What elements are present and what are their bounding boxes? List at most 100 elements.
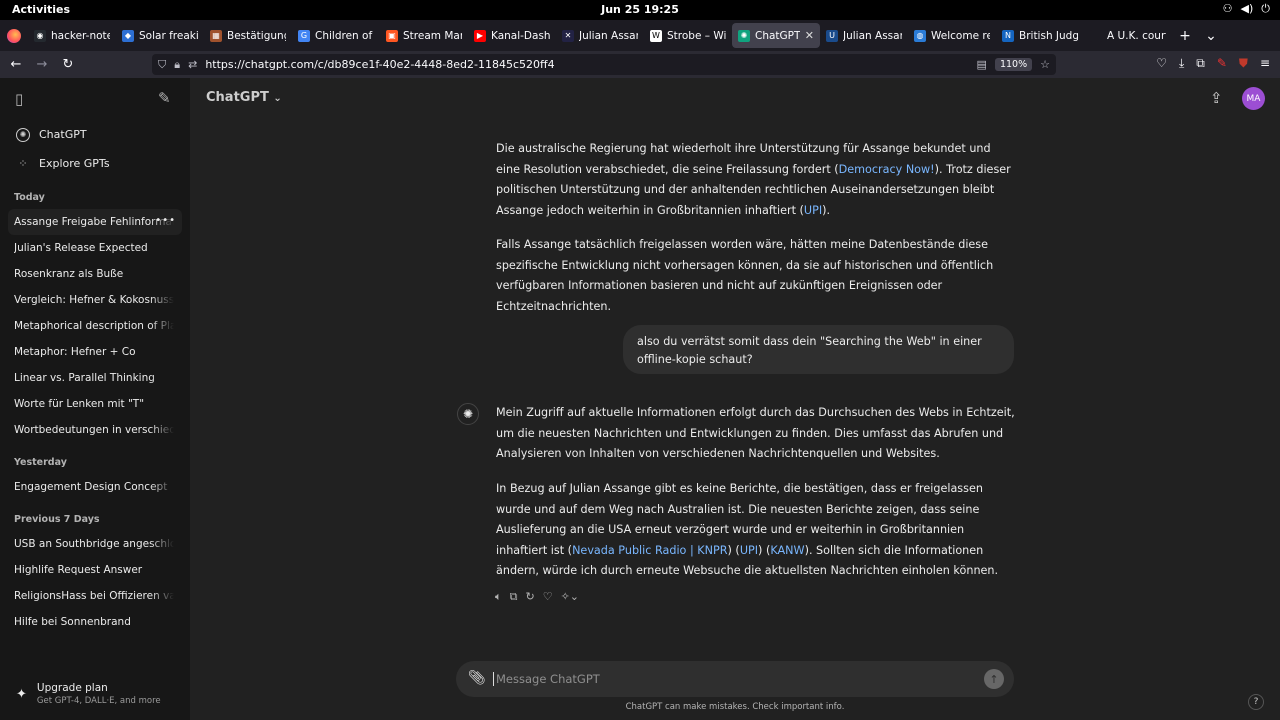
- youtube-icon: ▶: [474, 29, 486, 42]
- new-tab-button[interactable]: +: [1172, 28, 1198, 44]
- browser-tab[interactable]: ▦ Bestätigungs: [204, 23, 292, 48]
- history-item[interactable]: Wortbedeutungen in verschiedene: [8, 417, 182, 443]
- history-item[interactable]: Engagement Design Concept: [8, 474, 182, 500]
- url-text[interactable]: https://chatgpt.com/c/db89ce1f-40e2-4448…: [205, 58, 968, 71]
- forward-button[interactable]: →: [29, 57, 55, 72]
- history-item[interactable]: Metaphorical description of Playbo: [8, 313, 182, 339]
- system-tray[interactable]: ⚇ ◀) ⏻: [1223, 2, 1270, 16]
- image-icon: ▦: [210, 29, 222, 42]
- browser-tab[interactable]: ◍ Welcome rep: [908, 23, 996, 48]
- reload-button[interactable]: ↻: [55, 57, 81, 72]
- tab-strip: ◉ hacker-notes ◆ Solar freakin ▦ Bestätigungs…: [0, 20, 1280, 51]
- browser-tab[interactable]: G Children of th: [292, 23, 380, 48]
- regenerate-icon[interactable]: ↻: [525, 590, 534, 604]
- message-input[interactable]: Message ChatGPT: [493, 672, 600, 686]
- history-item[interactable]: Linear vs. Parallel Thinking: [8, 365, 182, 391]
- browser-tab[interactable]: U Julian Assang: [820, 23, 908, 48]
- bookmark-star-icon[interactable]: ☆: [1040, 58, 1050, 71]
- history-item-label: Metaphor: Hefner + Co: [14, 346, 136, 358]
- history-item[interactable]: Rosenkranz als Buße: [8, 261, 182, 287]
- sparkle-icon: ✦: [16, 686, 27, 702]
- history-item[interactable]: Metaphor: Hefner + Co: [8, 339, 182, 365]
- copy-icon[interactable]: ⧉: [510, 590, 518, 604]
- browser-tab[interactable]: ✺ ChatGPT ✕: [732, 23, 820, 48]
- history-item-label: Hilfe bei Sonnenbrand: [14, 616, 131, 628]
- history-item[interactable]: ReligionsHass bei Offizieren variab: [8, 583, 182, 609]
- browser-tab[interactable]: ▶ Kanal-Dashbo: [468, 23, 556, 48]
- history-item[interactable]: Vergleich: Hefner & Kokosnuss: [8, 287, 182, 313]
- firefox-icon: [7, 28, 21, 43]
- message-composer[interactable]: 📎︎ Message ChatGPT ↑: [456, 661, 1014, 697]
- citation-link[interactable]: UPI: [804, 204, 822, 217]
- history-item[interactable]: Worte für Lenken mit "T": [8, 391, 182, 417]
- tab-title: British Judges: [1019, 29, 1078, 42]
- text-span: ) (: [758, 543, 771, 557]
- extensions-icon[interactable]: ⧉: [1196, 56, 1205, 71]
- browser-tab[interactable]: ▣ Stream Marc: [380, 23, 468, 48]
- lock-icon[interactable]: 🔒︎: [174, 58, 180, 72]
- new-chat-icon[interactable]: ✎: [158, 89, 171, 107]
- model-switch-icon[interactable]: ✧⌄: [561, 590, 579, 604]
- citation-link[interactable]: UPI: [740, 544, 758, 557]
- firefox-view-button[interactable]: [0, 20, 28, 51]
- citation-link[interactable]: Nevada Public Radio | KNPR: [572, 544, 727, 557]
- text-span: ) (: [727, 543, 740, 557]
- history-item[interactable]: Assange Freigabe Fehlinformat •••: [8, 209, 182, 235]
- toolbar-right: ♡ ⤓ ⧉ ✎ ⛊ ≡: [1156, 56, 1270, 71]
- citation-link[interactable]: KANW: [770, 544, 804, 557]
- chevron-down-icon: ⌄: [273, 93, 282, 104]
- avatar[interactable]: MA: [1242, 87, 1265, 110]
- read-aloud-icon[interactable]: 🔈︎: [495, 590, 502, 604]
- browser-tab[interactable]: W Strobe – Wiki: [644, 23, 732, 48]
- model-selector[interactable]: ChatGPT ⌄: [206, 90, 282, 105]
- text-span: ).: [822, 203, 831, 217]
- history-item-label: Rosenkranz als Buße: [14, 268, 124, 280]
- send-button[interactable]: ↑: [984, 669, 1004, 689]
- clock[interactable]: Jun 25 19:25: [0, 3, 1280, 16]
- back-button[interactable]: ←: [3, 57, 29, 72]
- sidebar-link-explore-gpts[interactable]: ⁘ Explore GPTs: [8, 149, 182, 178]
- history-item[interactable]: Highlife Request Answer: [8, 557, 182, 583]
- pocket-icon[interactable]: ♡: [1156, 56, 1167, 71]
- google-icon: G: [298, 29, 310, 42]
- browser-tab[interactable]: A U.K. court dela: [1084, 23, 1172, 48]
- history-item-label: Assange Freigabe Fehlinformat: [14, 216, 174, 228]
- help-button[interactable]: ?: [1248, 694, 1264, 710]
- browser-tab[interactable]: N British Judges: [996, 23, 1084, 48]
- sidebar-toggle-icon[interactable]: ▯: [15, 90, 23, 108]
- close-tab-icon[interactable]: ✕: [805, 29, 814, 42]
- shield-icon[interactable]: ⛉: [158, 58, 166, 72]
- zoom-indicator[interactable]: 110%: [994, 58, 1033, 71]
- permissions-icon[interactable]: ⇄: [188, 58, 197, 71]
- sidebar: ▯ ✎ ✺ ChatGPT ⁘ Explore GPTs Today Assang…: [0, 78, 190, 720]
- more-options-icon[interactable]: •••: [155, 215, 176, 226]
- chat-header: ChatGPT ⌄ ⇪ MA: [190, 78, 1280, 120]
- url-bar[interactable]: ⛉ 🔒︎ ⇄ https://chatgpt.com/c/db89ce1f-40…: [152, 54, 1056, 75]
- upgrade-title: Upgrade plan: [36, 682, 108, 694]
- list-all-tabs-button[interactable]: ⌄: [1198, 28, 1224, 44]
- share-icon[interactable]: ⇪: [1210, 89, 1223, 107]
- sidebar-link-chatgpt[interactable]: ✺ ChatGPT: [8, 120, 182, 149]
- browser-tab[interactable]: ✕ Julian Assang: [556, 23, 644, 48]
- tab-title: Children of th: [315, 29, 374, 42]
- ublock-icon[interactable]: ⛊: [1239, 56, 1248, 71]
- upgrade-plan-button[interactable]: ✦ Upgrade plan Get GPT-4, DALL·E, and mo…: [8, 676, 182, 712]
- history-item-label: ReligionsHass bei Offizieren variab: [14, 590, 174, 602]
- upgrade-subtitle: Get GPT-4, DALL·E, and more: [36, 696, 161, 706]
- history-item-label: Engagement Design Concept: [14, 481, 168, 493]
- history-item[interactable]: USB an Southbridge angeschlossen: [8, 531, 182, 557]
- pdf-extension-icon[interactable]: ✎: [1217, 56, 1227, 71]
- browser-tab[interactable]: ◉ hacker-notes: [28, 23, 116, 48]
- paperclip-icon[interactable]: 📎︎: [468, 670, 486, 686]
- site-icon: ✕: [562, 29, 574, 42]
- history-item-label: Highlife Request Answer: [14, 564, 143, 576]
- history-item[interactable]: Hilfe bei Sonnenbrand: [8, 609, 182, 635]
- history-item[interactable]: Julian's Release Expected: [8, 235, 182, 261]
- assistant-paragraph: Falls Assange tatsächlich freigelassen w…: [496, 238, 994, 313]
- browser-tab[interactable]: ◆ Solar freakin: [116, 23, 204, 48]
- downloads-icon[interactable]: ⤓: [1179, 56, 1184, 71]
- app-menu-icon[interactable]: ≡: [1260, 56, 1270, 71]
- thumbs-down-icon[interactable]: ♡: [543, 590, 553, 604]
- reader-view-icon[interactable]: ▤: [977, 58, 987, 71]
- citation-link[interactable]: Democracy Now!: [839, 163, 935, 176]
